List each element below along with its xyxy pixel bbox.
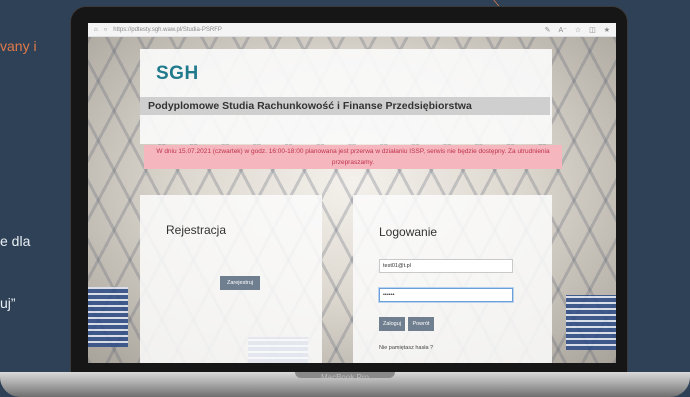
collections-icon[interactable]: ◫ [589,26,596,34]
slide-text-fragment: e dla [0,233,31,249]
back-button[interactable]: Powrót [408,317,434,331]
login-button[interactable]: Zaloguj [379,317,405,331]
forgot-password-link[interactable]: Nie pamiętasz hasła ? [379,345,433,351]
browser-actions: ✎ A⁻ ☆ ◫ ★ [545,26,610,34]
background-glass [88,287,128,347]
page-title: Podyplomowe Studia Rachunkowość i Finans… [140,97,550,115]
background-glass [566,295,616,350]
lock-icon[interactable]: ○ [104,27,108,33]
password-field[interactable]: •••••• [379,288,513,302]
email-field[interactable]: test01@t.pl [379,259,513,273]
favorites-icon[interactable]: A⁻ [558,26,566,34]
laptop-screen: ⌂ ○ https://pdtesty.sgh.waw.pl/Studia-PS… [88,23,616,363]
login-title: Logowanie [379,225,438,239]
slide-text-fragment: vany i [0,38,37,54]
maintenance-alert: W dniu 15.07.2021 (czwartek) w godz. 16:… [144,145,562,169]
header-card: SGH Podyplomowe Studia Rachunkowość i Fi… [140,49,552,144]
address-bar[interactable]: https://pdtesty.sgh.waw.pl/Studia-PSRFP [113,27,538,33]
profile-icon[interactable]: ★ [604,26,610,34]
laptop-model-label: MacBook Pro [320,373,370,382]
home-icon[interactable]: ⌂ [94,27,98,33]
slide-text-fragment: uj” [0,295,16,311]
register-button[interactable]: Zarejestruj [220,276,260,290]
star-icon[interactable]: ☆ [575,26,581,34]
reader-icon[interactable]: ✎ [545,26,551,34]
login-card: Logowanie test01@t.pl •••••• Zaloguj Pow… [353,195,552,363]
sgh-logo[interactable]: SGH [156,63,199,85]
web-page: SGH Podyplomowe Studia Rachunkowość i Fi… [88,37,616,363]
browser-toolbar: ⌂ ○ https://pdtesty.sgh.waw.pl/Studia-PS… [88,23,616,37]
registration-card: Rejestracja Zarejestruj [140,195,322,363]
registration-title: Rejestracja [166,223,227,237]
